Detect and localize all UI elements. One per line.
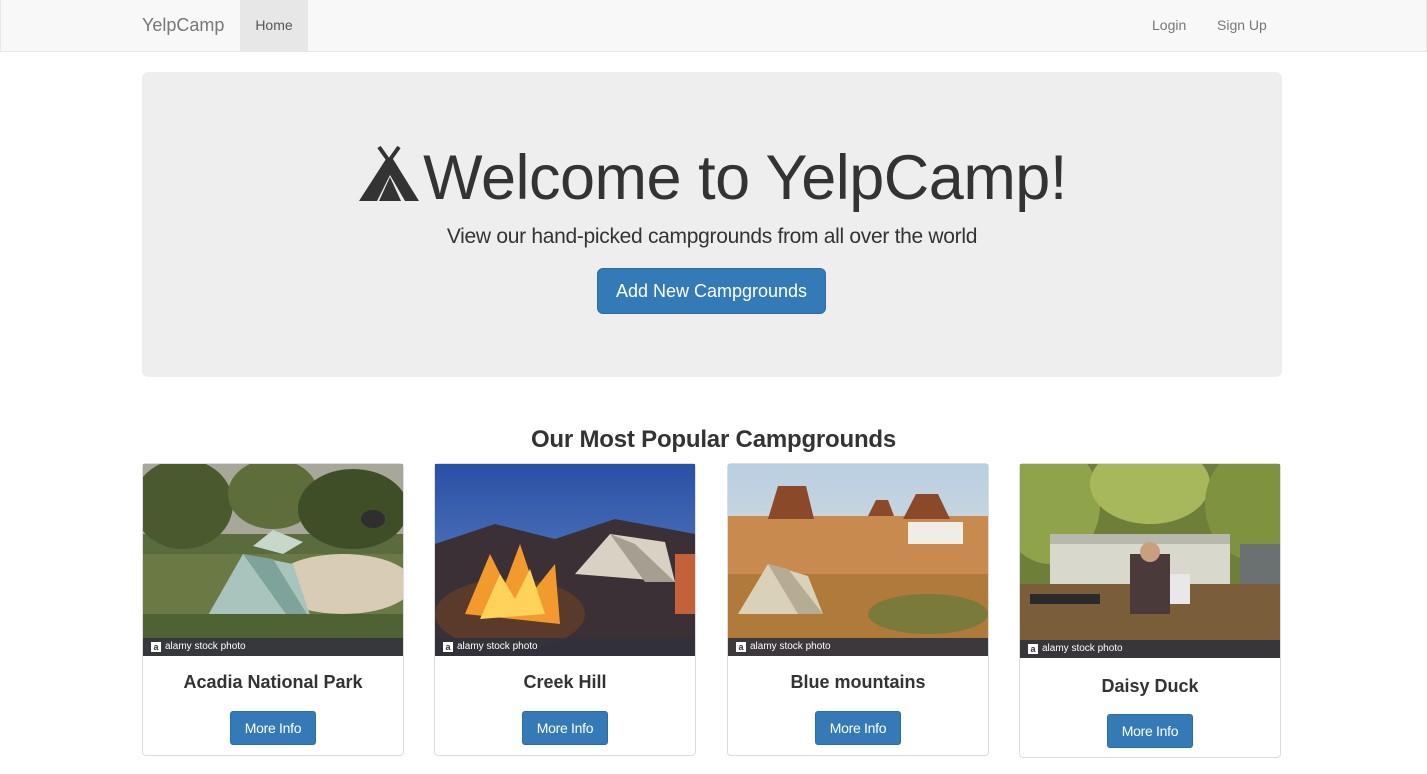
- campground-image[interactable]: a alamy stock photo: [143, 464, 403, 656]
- navbar: YelpCamp Home Login Sign Up: [0, 0, 1427, 52]
- section-title: Our Most Popular Campgrounds: [530, 426, 897, 453]
- campground-card: a alamy stock photo Acadia National Park …: [142, 463, 404, 756]
- watermark: a alamy stock photo: [728, 638, 988, 656]
- campground-image[interactable]: a alamy stock photo: [728, 464, 988, 656]
- jumbotron: Welcome to YelpCamp! View our hand-picke…: [142, 72, 1282, 377]
- add-new-campground-button[interactable]: Add New Campgrounds: [597, 268, 826, 314]
- tent-icon: [357, 143, 421, 207]
- nav-login-link[interactable]: Login: [1152, 0, 1186, 51]
- campground-image[interactable]: a alamy stock photo: [1020, 464, 1280, 658]
- jumbotron-heading: Welcome to YelpCamp!: [423, 143, 1067, 213]
- campground-image[interactable]: a alamy stock photo: [435, 464, 695, 656]
- campground-card: a alamy stock photo Blue mountains More I…: [727, 463, 989, 756]
- campground-name: Blue mountains: [790, 672, 926, 692]
- campground-card: a alamy stock photo Creek Hill More Info: [434, 463, 696, 756]
- jumbotron-subtitle: View our hand-picked campgrounds from al…: [446, 225, 978, 248]
- campground-card: a alamy stock photo Daisy Duck More Info: [1019, 463, 1281, 758]
- nav-home-link[interactable]: Home: [240, 0, 308, 51]
- watermark: a alamy stock photo: [435, 638, 695, 656]
- watermark: a alamy stock photo: [1020, 640, 1280, 658]
- campground-name: Daisy Duck: [1101, 676, 1199, 696]
- brand-link[interactable]: YelpCamp: [142, 0, 224, 51]
- more-info-button[interactable]: More Info: [522, 711, 608, 745]
- more-info-button[interactable]: More Info: [230, 711, 316, 745]
- jumbotron-title: Welcome to YelpCamp!: [142, 138, 1282, 218]
- more-info-button[interactable]: More Info: [1107, 714, 1193, 748]
- watermark: a alamy stock photo: [143, 638, 403, 656]
- campground-name: Creek Hill: [523, 672, 607, 692]
- nav-signup-link[interactable]: Sign Up: [1217, 0, 1267, 51]
- more-info-button[interactable]: More Info: [815, 711, 901, 745]
- campground-name: Acadia National Park: [183, 672, 363, 692]
